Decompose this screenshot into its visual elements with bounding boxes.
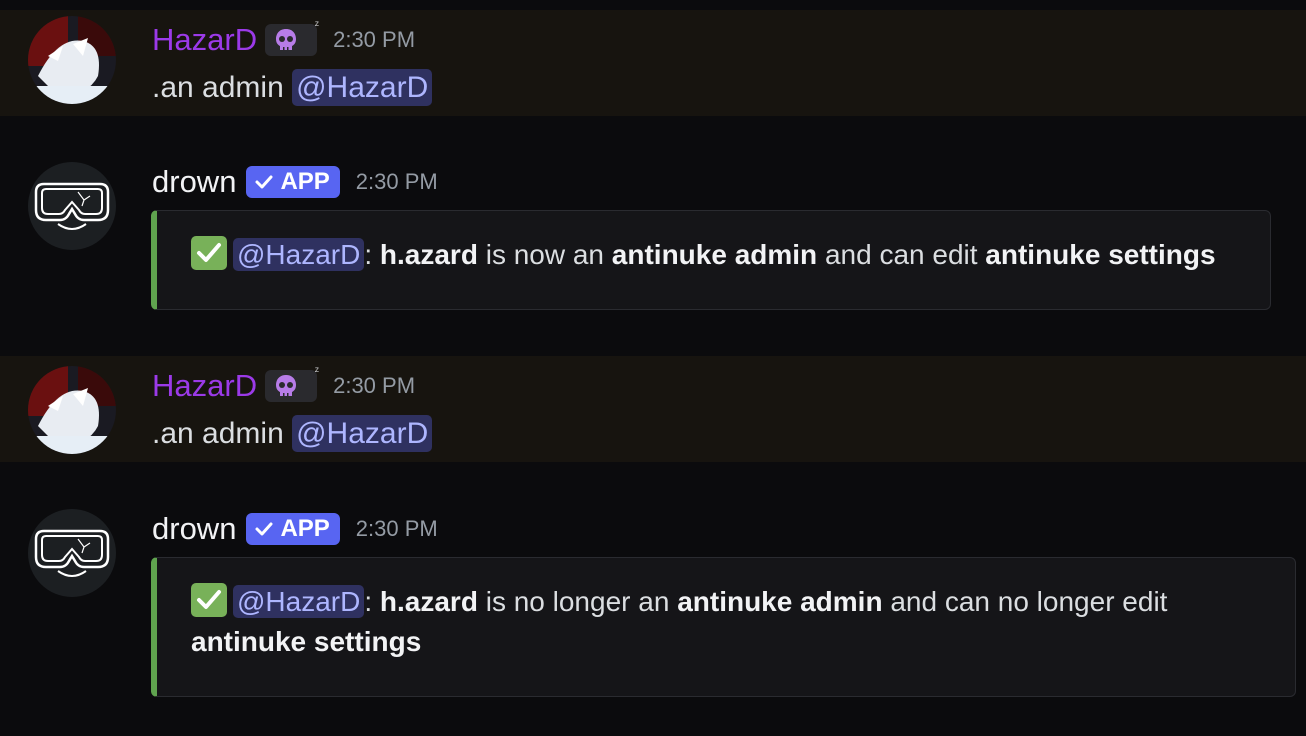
- message-hazard-1[interactable]: HazarD ᶻ 2:30 PM .an admin @HazarD: [0, 10, 1306, 116]
- settings-name: antinuke settings: [985, 239, 1216, 270]
- separator: :: [364, 239, 373, 270]
- message-drown-1[interactable]: drown APP 2:30 PM @HazarD: h.azard is no…: [0, 150, 1306, 320]
- message-text: .an admin: [152, 417, 284, 450]
- embed-description: @HazarD: h.azard is no longer an antinuk…: [191, 582, 1167, 662]
- badge-sup: ᶻ: [314, 18, 320, 32]
- timestamp[interactable]: 2:30 PM: [356, 169, 438, 195]
- message-header: drown APP 2:30 PM: [152, 164, 438, 200]
- role-name: antinuke admin: [677, 586, 883, 617]
- checkmark-icon: [255, 175, 273, 189]
- timestamp[interactable]: 2:30 PM: [356, 516, 438, 542]
- target-user: h.azard: [379, 586, 478, 617]
- user-mention[interactable]: @HazarD: [233, 238, 365, 271]
- embed-text-2: and can no longer edit: [882, 586, 1168, 617]
- user-avatar[interactable]: [28, 366, 116, 454]
- username[interactable]: drown: [152, 164, 236, 200]
- username[interactable]: HazarD: [152, 22, 257, 58]
- bot-avatar[interactable]: [28, 162, 116, 250]
- app-badge-label: APP: [280, 515, 330, 542]
- message-header: HazarD ᶻ 2:30 PM: [152, 364, 415, 404]
- username[interactable]: HazarD: [152, 368, 257, 404]
- target-user: h.azard: [379, 239, 478, 270]
- embed: @HazarD: h.azard is no longer an antinuk…: [151, 557, 1296, 697]
- badge-sup: ᶻ: [314, 364, 320, 378]
- timestamp[interactable]: 2:30 PM: [333, 373, 415, 399]
- user-avatar[interactable]: [28, 16, 116, 104]
- embed-text-2: and can edit: [817, 239, 986, 270]
- separator: :: [364, 586, 373, 617]
- embed: @HazarD: h.azard is now an antinuke admi…: [151, 210, 1271, 310]
- message-header: drown APP 2:30 PM: [152, 511, 438, 547]
- embed-text-1: is now an: [477, 239, 612, 270]
- timestamp[interactable]: 2:30 PM: [333, 27, 415, 53]
- checkmark-icon: [255, 522, 273, 536]
- check-mark-icon: [191, 583, 227, 617]
- user-mention[interactable]: @HazarD: [292, 69, 433, 106]
- message-hazard-2[interactable]: HazarD ᶻ 2:30 PM .an admin @HazarD: [0, 356, 1306, 462]
- app-badge-label: APP: [280, 168, 330, 195]
- message-content: .an admin @HazarD: [152, 414, 433, 454]
- settings-name: antinuke settings: [191, 626, 422, 657]
- skull-emoji-icon[interactable]: ᶻ: [265, 18, 319, 56]
- app-badge: APP: [246, 166, 340, 198]
- message-text: .an admin: [152, 71, 284, 104]
- bot-avatar[interactable]: [28, 509, 116, 597]
- user-mention[interactable]: @HazarD: [233, 585, 365, 618]
- user-mention[interactable]: @HazarD: [292, 415, 433, 452]
- role-name: antinuke admin: [611, 239, 818, 270]
- check-mark-icon: [191, 236, 227, 270]
- embed-description: @HazarD: h.azard is now an antinuke admi…: [191, 235, 1216, 275]
- app-badge: APP: [246, 513, 340, 545]
- message-header: HazarD ᶻ 2:30 PM: [152, 18, 415, 58]
- message-content: .an admin @HazarD: [152, 68, 433, 108]
- username[interactable]: drown: [152, 511, 236, 547]
- embed-text-1: is no longer an: [477, 586, 678, 617]
- skull-emoji-icon[interactable]: ᶻ: [265, 364, 319, 402]
- message-drown-2[interactable]: drown APP 2:30 PM @HazarD: h.azard is no…: [0, 497, 1306, 707]
